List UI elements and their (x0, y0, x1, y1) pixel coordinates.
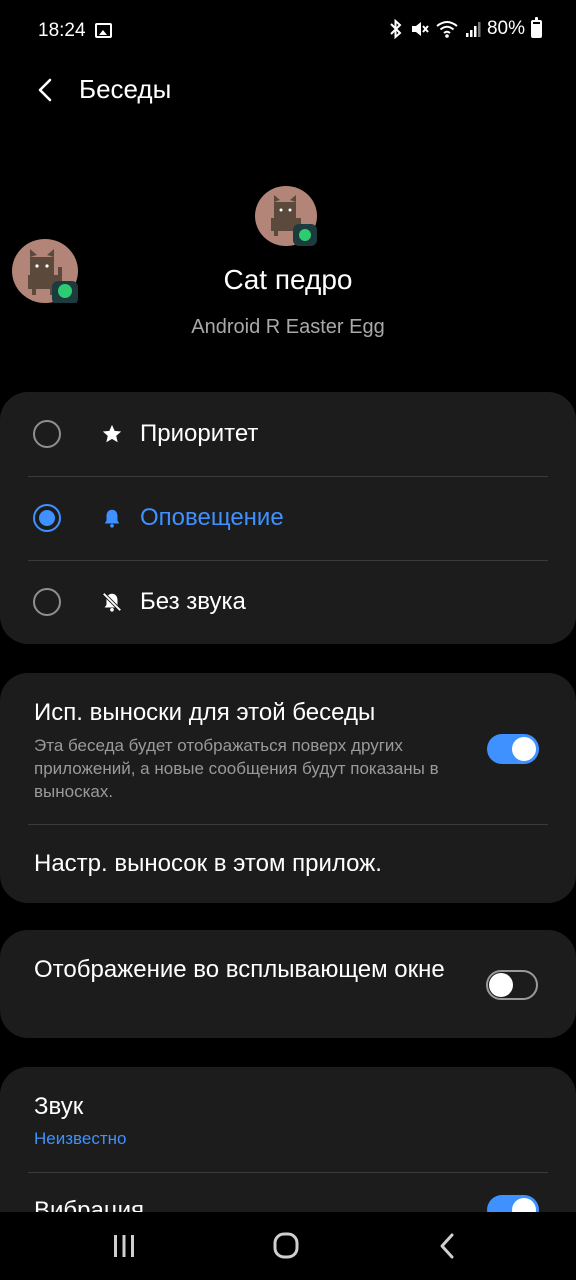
conversation-name: Cat педро (223, 264, 353, 295)
bubbles-switch[interactable] (487, 734, 539, 764)
bubbles-toggle-row[interactable]: Исп. выноски для этой беседы Эта беседа … (0, 673, 576, 823)
sound-row[interactable]: Звук Неизвестно (0, 1067, 576, 1171)
bubbles-title: Исп. выноски для этой беседы (34, 699, 376, 726)
sound-value: Неизвестно (34, 1129, 127, 1148)
popup-card[interactable]: Отображение во всплывающем окне (0, 930, 576, 1038)
bubbles-description: Эта беседа будет отображаться поверх дру… (34, 736, 439, 801)
importance-card: Приоритет Оповещение Без звука (0, 392, 576, 644)
bubbles-card: Исп. выноски для этой беседы Эта беседа … (0, 673, 576, 903)
radio-priority[interactable] (33, 420, 61, 448)
sound-title: Звук (34, 1093, 84, 1120)
bluetooth-icon (390, 19, 402, 39)
radio-alerting[interactable] (33, 504, 61, 532)
wifi-icon (436, 21, 458, 38)
bubble-settings-link: Настр. выносок в этом прилож. (34, 850, 382, 877)
page-title: Беседы (79, 74, 172, 104)
option-label: Без звука (140, 588, 246, 615)
bubble-settings-row[interactable]: Настр. выносок в этом прилож. (0, 825, 576, 903)
popup-switch[interactable] (486, 970, 538, 1000)
option-label: Приоритет (140, 420, 259, 447)
status-icons: 80% (389, 17, 542, 40)
battery-percent: 80% (486, 18, 525, 39)
navigation-bar (0, 1212, 576, 1280)
cat-icon (271, 195, 317, 246)
bell-icon (104, 509, 120, 528)
radio-silent[interactable] (33, 588, 61, 616)
recents-icon[interactable] (104, 1228, 144, 1264)
battery-icon (531, 17, 542, 38)
image-icon (95, 23, 112, 38)
option-alerting[interactable]: Оповещение (0, 476, 576, 560)
home-icon[interactable] (266, 1228, 306, 1264)
signal-icon (465, 22, 481, 37)
option-silent[interactable]: Без звука (0, 560, 576, 644)
status-time: 18:24 (38, 20, 86, 41)
bell-off-icon (102, 592, 122, 612)
app-name: Android R Easter Egg (191, 316, 385, 338)
status-bar: 18:24 80% (0, 0, 576, 64)
app-bar: Беседы (0, 60, 576, 120)
option-label: Оповещение (140, 504, 284, 531)
star-icon (102, 424, 122, 443)
conversation-avatar (255, 186, 317, 246)
popup-title: Отображение во всплывающем окне (34, 956, 445, 983)
screen: 18:24 80% Беседы Cat педро Android R Eas… (0, 0, 576, 1280)
option-priority[interactable]: Приоритет (0, 392, 576, 476)
mute-icon (411, 22, 429, 36)
back-nav-icon[interactable] (428, 1228, 468, 1264)
back-arrow-icon[interactable] (26, 70, 66, 110)
